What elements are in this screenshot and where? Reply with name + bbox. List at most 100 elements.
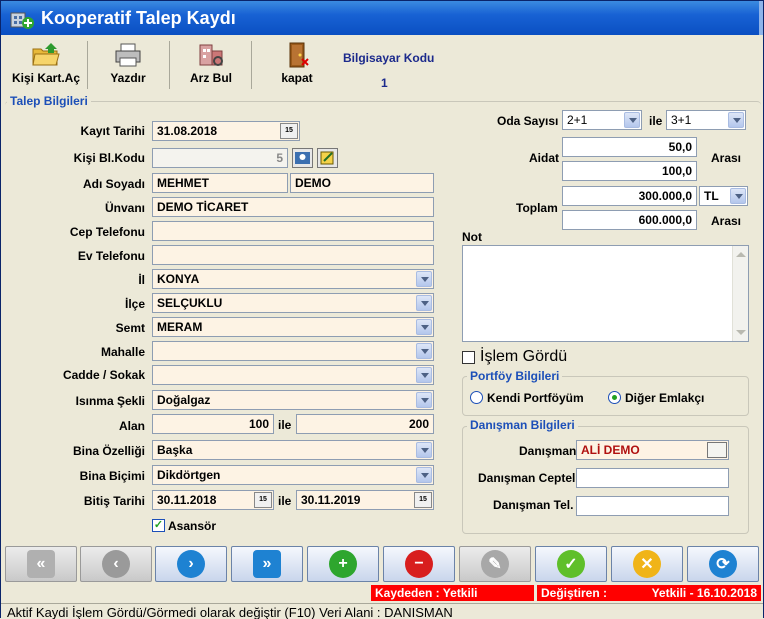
close-label: kapat [281,71,313,85]
bitis-ile-label: ile [278,494,292,508]
chevron-down-icon[interactable] [416,295,432,311]
chevron-down-icon[interactable] [416,319,432,335]
folder-open-icon [29,41,63,69]
check-icon: ✓ [557,550,585,578]
danisman-group-title: Danışman Bilgileri [467,418,578,432]
title-bar: Kooperatif Talep Kaydı [1,1,763,35]
find-button[interactable]: Arz Bul [175,41,247,91]
oda-min-select[interactable]: 2+1 [562,110,642,130]
save-button[interactable]: ✓ [535,546,607,582]
bina-bicim-select[interactable]: Dikdörtgen [152,465,434,485]
not-label: Not [462,230,482,244]
add-button[interactable]: + [307,546,379,582]
soyadi-field[interactable]: DEMO [290,173,434,193]
calendar-icon[interactable]: 15 [254,492,272,508]
unvani-field[interactable]: DEMO TİCARET [152,197,434,217]
islem-gordu-checkbox[interactable] [462,351,475,364]
ev-field[interactable] [152,245,434,265]
pencil-icon: ✎ [481,550,509,578]
refresh-button[interactable]: ⟳ [687,546,759,582]
chevron-down-icon[interactable] [416,367,432,383]
kisi-kodu-field[interactable]: 5 [152,148,288,168]
chevron-down-icon[interactable] [730,188,746,204]
currency-select[interactable]: TL [699,186,748,206]
cep-label: Cep Telefonu [69,225,145,239]
tel-field[interactable] [576,496,729,516]
bitis-min-field[interactable]: 30.11.2018 15 [152,490,274,510]
aidat-arasi-label: Arası [711,151,742,165]
double-chevron-right-icon: » [253,550,281,578]
edit-button[interactable]: ✎ [459,546,531,582]
ilce-select[interactable]: SELÇUKLU [152,293,434,313]
toplam-max-field[interactable]: 600.000,0 [562,210,697,230]
oda-max-select[interactable]: 3+1 [666,110,746,130]
unvani-label: Ünvanı [104,201,145,215]
print-button[interactable]: Yazdır [93,41,163,91]
app-icon [9,5,35,31]
person-edit-icon[interactable] [317,148,338,168]
kayit-tarihi-field[interactable]: 31.08.2018 15 [152,121,300,141]
bitis-max-field[interactable]: 30.11.2019 15 [296,490,434,510]
last-record-button[interactable]: » [231,546,303,582]
chevron-down-icon[interactable] [416,271,432,287]
toplam-min-field[interactable]: 300.000,0 [562,186,697,206]
kendi-label: Kendi Portföyüm [487,391,584,405]
chevron-down-icon[interactable] [624,112,640,128]
kaydeden-status: Kaydeden : Yetkili [371,585,534,601]
chevron-up-icon[interactable] [736,252,746,257]
degistiren-label: Değiştiren : [541,586,608,600]
calendar-icon[interactable]: 15 [280,123,298,139]
diger-radio[interactable] [608,391,621,404]
degistiren-value: Yetkili - 16.10.2018 [651,586,757,600]
alan-min-field[interactable]: 100 [152,414,274,434]
plus-icon: + [329,550,357,578]
close-button[interactable]: kapat [257,41,337,91]
chevron-down-icon[interactable] [416,467,432,483]
oda-ile-label: ile [649,114,663,128]
computer-code-value: 1 [381,76,388,90]
open-card-label: Kişi Kart.Aç [11,71,81,85]
ev-label: Ev Telefonu [77,249,145,263]
chevron-down-icon[interactable] [416,392,432,408]
chevron-down-icon[interactable] [728,112,744,128]
asansor-checkbox[interactable]: ✓ [152,519,165,532]
semt-select[interactable]: MERAM [152,317,434,337]
calendar-icon[interactable]: 15 [414,492,432,508]
chevron-down-icon[interactable] [416,343,432,359]
prev-record-button[interactable]: ‹ [80,546,152,582]
delete-button[interactable]: − [383,546,455,582]
printer-icon [111,41,145,69]
person-card-icon[interactable] [292,148,313,168]
lookup-button[interactable] [707,442,727,458]
ceptel-field[interactable] [576,468,729,488]
chevron-down-icon[interactable] [736,330,746,335]
ceptel-label: Danışman Ceptel [478,471,576,485]
toplam-label: Toplam [516,201,558,215]
aidat-max-field[interactable]: 100,0 [562,161,697,181]
find-label: Arz Bul [190,71,232,85]
isinma-select[interactable]: Doğalgaz [152,390,434,410]
scrollbar[interactable] [732,246,748,341]
islem-gordu-label: İşlem Gördü [480,348,568,365]
not-textarea[interactable] [462,245,749,342]
danisman-field[interactable]: ALİ DEMO [576,440,729,460]
aidat-min-field[interactable]: 50,0 [562,137,697,157]
cancel-button[interactable]: ✕ [611,546,683,582]
danisman-label: Danışman [519,444,577,458]
bina-ozellik-select[interactable]: Başka [152,440,434,460]
kendi-radio[interactable] [470,391,483,404]
ilce-label: İlçe [124,297,145,311]
adi-soyadi-label: Adı Soyadı [82,177,145,191]
cadde-select[interactable] [152,365,434,385]
next-record-button[interactable]: › [155,546,227,582]
adi-field[interactable]: MEHMET [152,173,288,193]
first-record-button[interactable]: « [5,546,77,582]
open-card-button[interactable]: Kişi Kart.Aç [9,41,83,91]
tel-label: Danışman Tel. [493,498,574,512]
mahalle-select[interactable] [152,341,434,361]
cep-field[interactable] [152,221,434,241]
status-bar: Aktif Kaydi İşlem Gördü/Görmedi olarak d… [1,603,763,619]
alan-max-field[interactable]: 200 [296,414,434,434]
chevron-down-icon[interactable] [416,442,432,458]
il-select[interactable]: KONYA [152,269,434,289]
